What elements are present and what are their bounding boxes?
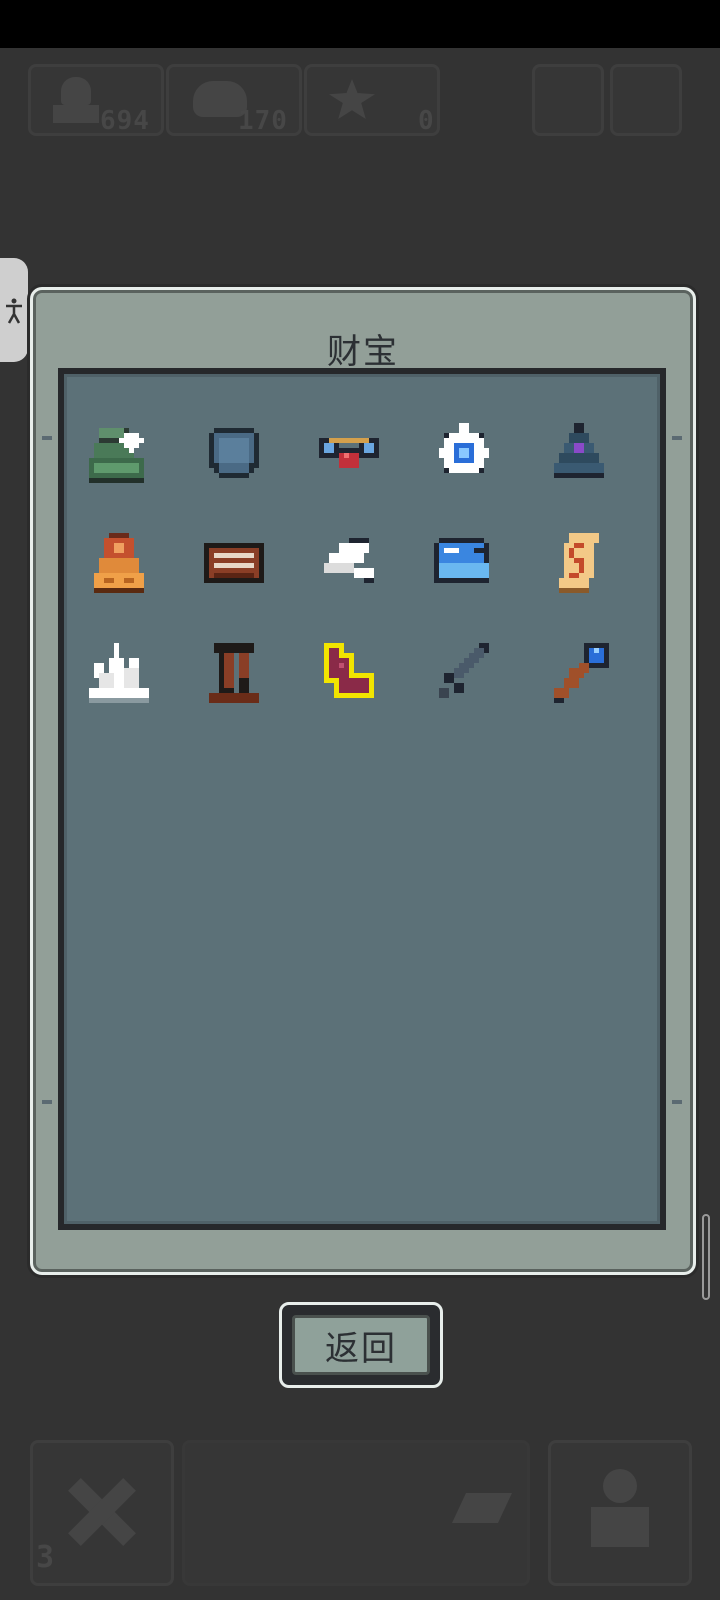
population-count: 694 [100, 106, 150, 136]
menu-button-1[interactable] [532, 64, 604, 136]
accessibility-icon [6, 298, 22, 324]
status-bar [0, 0, 720, 48]
back-button-label: 返回 [292, 1315, 430, 1375]
blue-whale-icon[interactable] [429, 528, 499, 598]
treasure-panel [42, 368, 682, 1230]
green-shrine-icon[interactable] [84, 418, 154, 488]
white-wing-icon[interactable] [314, 528, 384, 598]
back-button[interactable]: 返回 [279, 1302, 443, 1388]
coin-count: 170 [238, 106, 288, 136]
broken-totem-icon[interactable] [199, 638, 269, 708]
crystal-cluster-icon[interactable] [84, 638, 154, 708]
dark-pagoda-icon[interactable] [544, 418, 614, 488]
orb-staff-icon[interactable] [544, 638, 614, 708]
menu-button-2[interactable] [610, 64, 682, 136]
card-slot[interactable] [182, 1440, 530, 1586]
star-count: 0 [418, 106, 435, 136]
cards-left-count: 3 [36, 1540, 56, 1575]
crimson-boot-icon[interactable] [314, 638, 384, 708]
ancient-scroll-icon[interactable] [544, 528, 614, 598]
wooden-chest-icon[interactable] [199, 528, 269, 598]
amber-idol-icon[interactable] [84, 528, 154, 598]
steel-sword-icon[interactable] [429, 638, 499, 708]
winged-ruby-icon[interactable] [314, 418, 384, 488]
treasure-dialog: 财宝 [30, 287, 696, 1275]
accessibility-tab[interactable] [0, 258, 28, 362]
stone-shield-icon[interactable] [199, 418, 269, 488]
scroll-indicator [702, 1214, 710, 1300]
dialog-title: 财宝 [327, 332, 399, 372]
unit-button[interactable] [548, 1440, 692, 1586]
sapphire-amulet-icon[interactable] [429, 418, 499, 488]
